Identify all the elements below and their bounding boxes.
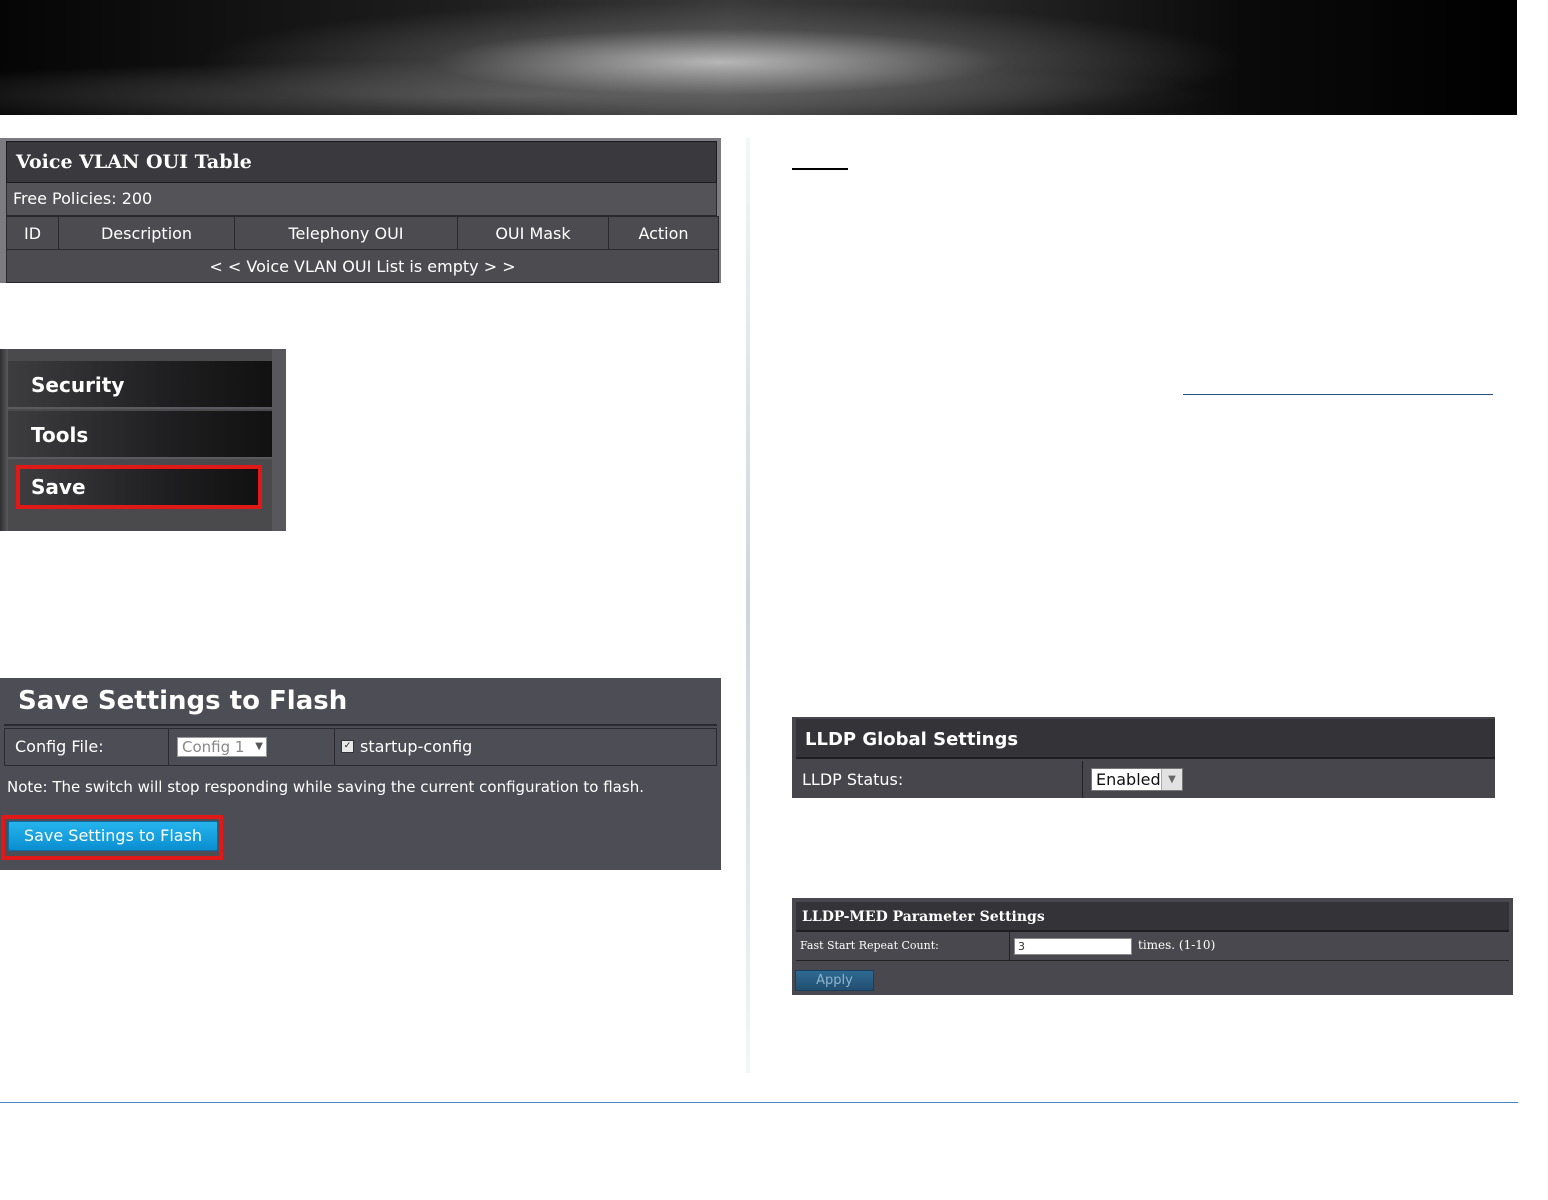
config-select-value: Config 1 xyxy=(182,738,245,756)
oui-table: ID Description Telephony OUI OUI Mask Ac… xyxy=(6,216,719,283)
voice-vlan-oui-panel: Voice VLAN OUI Table Free Policies: 200 … xyxy=(0,138,721,283)
column-header-description: Description xyxy=(58,216,235,250)
save-note: Note: The switch will stop responding wh… xyxy=(7,778,644,796)
header-banner xyxy=(0,0,1517,115)
footer-line xyxy=(0,1102,1518,1103)
apply-button[interactable]: Apply xyxy=(795,970,874,991)
startup-config-cell: ✓ startup-config xyxy=(335,729,716,765)
empty-list-message: < < Voice VLAN OUI List is empty > > xyxy=(6,249,719,283)
panel-title: LLDP Global Settings xyxy=(796,719,1495,759)
menu-item-security[interactable]: Security xyxy=(8,361,272,409)
lldp-global-panel: LLDP Global Settings LLDP Status: Enable… xyxy=(792,717,1495,798)
column-header-telephony-oui: Telephony OUI xyxy=(234,216,458,250)
fast-start-hint: times. (1-10) xyxy=(1138,938,1216,952)
config-select-cell: Config 1 ▼ xyxy=(169,729,335,765)
menu-item-save[interactable]: Save xyxy=(16,465,262,509)
fast-start-label: Fast Start Repeat Count: xyxy=(796,932,1010,960)
menu-item-tools[interactable]: Tools xyxy=(8,411,272,459)
column-header-action: Action xyxy=(608,216,719,250)
side-menu: Security Tools Save xyxy=(0,349,286,531)
column-header-id: ID xyxy=(6,216,59,250)
startup-config-label: startup-config xyxy=(360,737,473,756)
lldp-med-panel: LLDP-MED Parameter Settings Fast Start R… xyxy=(792,898,1513,995)
lldp-status-value: Enabled xyxy=(1096,770,1161,789)
heading-underline xyxy=(792,168,848,170)
menu-track xyxy=(0,349,8,531)
save-settings-button[interactable]: Save Settings to Flash xyxy=(8,821,218,851)
chevron-down-icon: ▼ xyxy=(255,741,263,752)
free-policies: Free Policies: 200 xyxy=(6,183,717,216)
menu-rail xyxy=(272,349,286,531)
save-button-highlight: Save Settings to Flash xyxy=(1,815,223,860)
panel-title: Voice VLAN OUI Table xyxy=(6,141,717,183)
chevron-down-icon: ▼ xyxy=(1161,769,1182,790)
fast-start-input[interactable]: 3 xyxy=(1014,938,1132,955)
column-header-oui-mask: OUI Mask xyxy=(457,216,609,250)
config-file-row: Config File: Config 1 ▼ ✓ startup-config xyxy=(4,728,717,766)
save-settings-panel: Save Settings to Flash Config File: Conf… xyxy=(0,678,721,870)
panel-title: Save Settings to Flash xyxy=(4,678,717,726)
lldp-status-select[interactable]: Enabled ▼ xyxy=(1091,768,1183,791)
config-file-select[interactable]: Config 1 ▼ xyxy=(177,737,267,757)
row-divider xyxy=(796,960,1509,961)
startup-config-checkbox[interactable]: ✓ xyxy=(341,740,354,753)
column-divider xyxy=(746,138,750,1073)
link-underline xyxy=(1183,394,1493,395)
lldp-status-label: LLDP Status: xyxy=(796,761,1083,798)
table-row: < < Voice VLAN OUI List is empty > > xyxy=(6,249,719,283)
panel-title: LLDP-MED Parameter Settings xyxy=(796,902,1509,932)
config-file-label: Config File: xyxy=(5,729,169,765)
table-header-row: ID Description Telephony OUI OUI Mask Ac… xyxy=(6,216,719,250)
